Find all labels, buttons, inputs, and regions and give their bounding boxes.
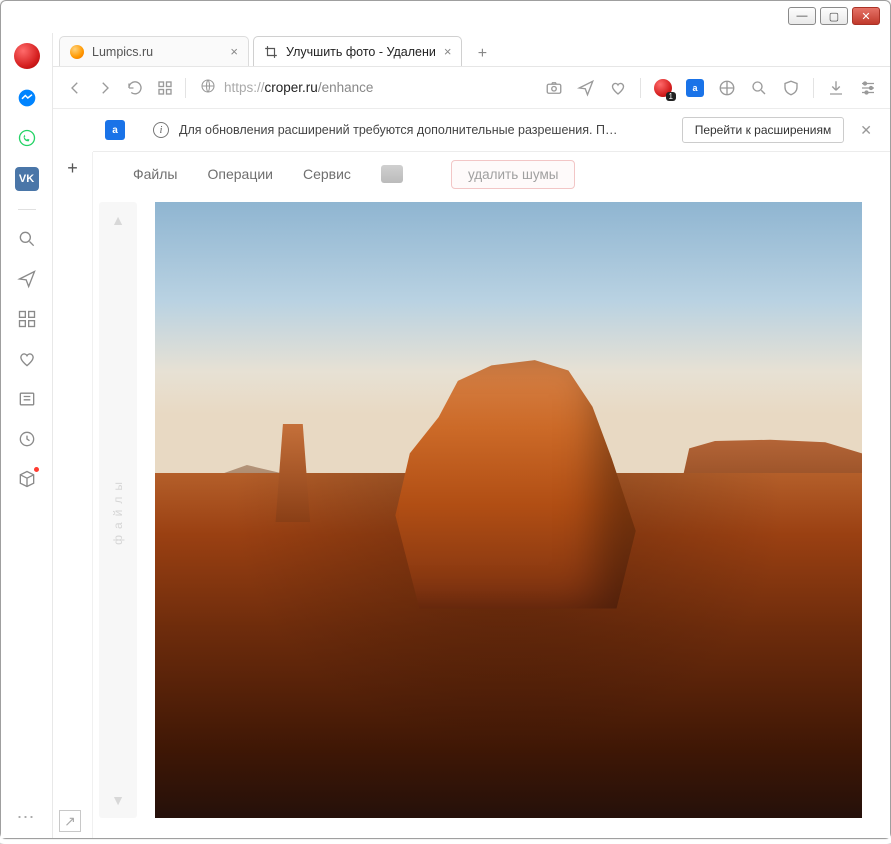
favicon-crop-icon (264, 45, 278, 59)
flow-send-icon[interactable] (576, 78, 596, 98)
messenger-icon[interactable] (16, 87, 38, 109)
badge-count: 1 (666, 92, 676, 101)
news-icon[interactable] (16, 388, 38, 410)
tab-strip: Lumpics.ru × Улучшить фото - Удалени × + (53, 33, 890, 67)
toolbar-extra-icon[interactable] (381, 165, 403, 183)
notice-close-icon[interactable]: ✕ (854, 122, 878, 139)
remove-noise-button[interactable]: удалить шумы (451, 160, 576, 189)
page-left-column: + (53, 152, 93, 838)
go-to-extensions-button[interactable]: Перейти к расширениям (682, 117, 845, 143)
menu-service[interactable]: Сервис (303, 166, 351, 182)
open-external-icon[interactable]: ↗ (59, 810, 81, 832)
tab-lumpics[interactable]: Lumpics.ru × (59, 36, 249, 66)
tab-close-icon[interactable]: × (230, 44, 238, 59)
files-rail[interactable]: ▲ файлы ▼ (99, 202, 137, 818)
url-host: croper.ru (265, 80, 318, 95)
whatsapp-icon[interactable] (16, 127, 38, 149)
canvas-area: ▲ файлы ▼ (93, 196, 890, 838)
browser-right-area: Lumpics.ru × Улучшить фото - Удалени × + (53, 33, 890, 838)
bookmark-heart-icon[interactable] (608, 78, 628, 98)
forward-button[interactable] (95, 78, 115, 98)
vpn-icon[interactable] (749, 78, 769, 98)
easy-setup-icon[interactable] (858, 78, 878, 98)
main-layout: VK ⋯ (1, 33, 890, 838)
url-path: /enhance (318, 80, 374, 95)
files-up-arrow-icon[interactable]: ▲ (111, 212, 125, 228)
adblock-icon[interactable] (717, 78, 737, 98)
downloads-icon[interactable] (826, 78, 846, 98)
window-maximize-button[interactable]: ▢ (820, 7, 848, 25)
tab-close-icon[interactable]: × (444, 44, 452, 59)
nav-separator (640, 78, 641, 98)
sidebar-more-icon[interactable]: ⋯ (17, 807, 37, 828)
screenshot-icon[interactable] (544, 78, 564, 98)
app-toolbar: Файлы Операции Сервис удалить шумы (93, 152, 890, 196)
navigation-bar: https://croper.ru/enhance 1 a (53, 67, 890, 109)
files-down-arrow-icon[interactable]: ▼ (111, 792, 125, 808)
photo-canvas[interactable] (155, 202, 862, 818)
speed-dial-icon[interactable] (16, 308, 38, 330)
back-button[interactable] (65, 78, 85, 98)
nav-right-icons: 1 a (544, 78, 878, 98)
browser-sidebar: VK ⋯ (1, 33, 53, 838)
globe-icon (200, 78, 216, 97)
page-main: Файлы Операции Сервис удалить шумы ▲ фай… (93, 152, 890, 838)
favicon-lumpics-icon (70, 45, 84, 59)
tab-croper[interactable]: Улучшить фото - Удалени × (253, 36, 462, 66)
browser-window: — ▢ ✕ VK (0, 0, 891, 839)
extension-notice-text: Для обновления расширений требуются допо… (179, 123, 619, 137)
url-protocol: https:// (224, 80, 265, 95)
letter-a-icon: a (686, 79, 704, 97)
shield-icon[interactable] (781, 78, 801, 98)
info-icon: i (153, 122, 169, 138)
opera-logo-icon[interactable] (14, 43, 40, 69)
menu-operations[interactable]: Операции (207, 166, 273, 182)
page-body: + Файлы Операции Сервис удалить шумы ▲ ф… (53, 152, 890, 838)
vk-icon[interactable]: VK (15, 167, 39, 191)
opera-extension-icon[interactable]: 1 (653, 78, 673, 98)
menu-files[interactable]: Файлы (133, 166, 177, 182)
speed-dial-button[interactable] (155, 78, 175, 98)
files-rail-label: файлы (111, 476, 125, 545)
new-tab-button[interactable]: + (470, 42, 494, 66)
notification-dot (33, 466, 40, 473)
heart-icon[interactable] (16, 348, 38, 370)
extensions-cube-icon[interactable] (16, 468, 38, 490)
photo-content (155, 202, 862, 818)
address-bar[interactable]: https://croper.ru/enhance (196, 78, 534, 97)
tab-title: Улучшить фото - Удалени (286, 45, 436, 59)
translate-extension-icon[interactable]: a (685, 78, 705, 98)
window-controls: — ▢ ✕ (778, 1, 890, 31)
nav-separator (813, 78, 814, 98)
sidebar-separator (18, 209, 36, 210)
url-text: https://croper.ru/enhance (224, 80, 373, 95)
nav-separator (185, 78, 186, 98)
search-icon[interactable] (16, 228, 38, 250)
reload-button[interactable] (125, 78, 145, 98)
send-icon[interactable] (16, 268, 38, 290)
history-icon[interactable] (16, 428, 38, 450)
extension-notice-bar: a i Для обновления расширений требуются … (93, 109, 890, 152)
tab-title: Lumpics.ru (92, 45, 153, 59)
add-file-button[interactable]: + (63, 158, 83, 178)
window-close-button[interactable]: ✕ (852, 7, 880, 25)
window-minimize-button[interactable]: — (788, 7, 816, 25)
translate-ext-small-icon: a (105, 120, 125, 140)
